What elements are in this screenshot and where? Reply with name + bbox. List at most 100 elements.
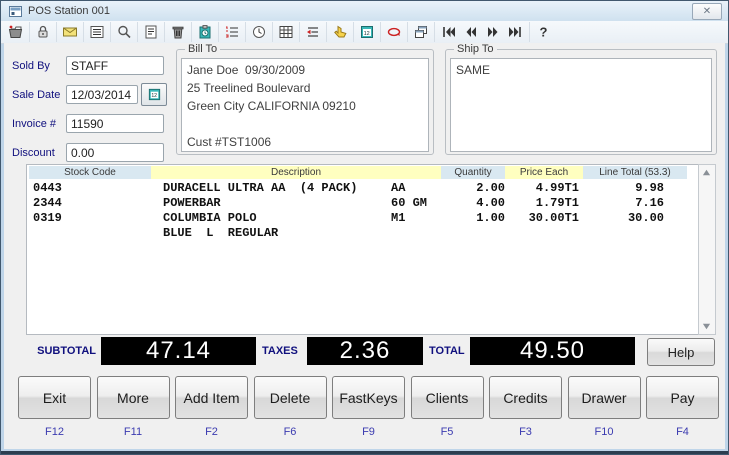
action-add-item: Add ItemF2 [175, 376, 248, 438]
grid-icon [278, 24, 294, 40]
drawer-button[interactable]: Drawer [568, 376, 641, 419]
calendar-button[interactable]: 12 [354, 22, 381, 42]
nav-last-icon [507, 24, 523, 40]
invoice-row[interactable]: 0319COLUMBIA POLOM11.0030.00T130.00 [28, 211, 681, 226]
hand-pointer-button[interactable] [327, 22, 354, 42]
nav-button-group [435, 22, 530, 42]
scroll-up-button[interactable] [699, 165, 713, 180]
lock-button[interactable] [30, 22, 57, 42]
bill-to-label: Bill To [185, 43, 220, 55]
invoice-row[interactable]: 0443DURACELL ULTRA AA (4 PACK)AA2.004.99… [28, 181, 681, 196]
action-fastkeys: FastKeysF9 [332, 376, 405, 438]
action-exit: Exit F12 [18, 376, 91, 438]
bill-to-box: Jane Doe 09/30/200925 Treelined Boulevar… [181, 58, 429, 152]
taxes-display: 2.36 [307, 337, 423, 365]
column-header-line-total-53-3-: Line Total (53.3) [583, 166, 687, 179]
more-button[interactable]: More [97, 376, 170, 419]
nav-prev-icon [463, 24, 479, 40]
toolbar-help-button[interactable]: ? [530, 22, 556, 42]
fastkeys-button[interactable]: FastKeys [332, 376, 405, 419]
open-folder-button[interactable] [3, 22, 30, 42]
nav-last-button[interactable] [504, 22, 526, 42]
exit-button[interactable]: Exit [18, 376, 91, 419]
close-icon: ✕ [703, 6, 711, 17]
cell-total: 9.98 [579, 181, 664, 196]
cell-unit: AA [391, 181, 438, 196]
clock-button[interactable] [246, 22, 273, 42]
action-button-bar: ExitF12MoreF11Add ItemF2DeleteF6FastKeys… [18, 376, 719, 438]
close-button[interactable]: ✕ [692, 3, 722, 20]
field-label: Sold By [12, 60, 66, 72]
loop-icon [386, 24, 402, 40]
add-item-button[interactable]: Add Item [175, 376, 248, 419]
nav-prev-button[interactable] [460, 22, 482, 42]
cell-price: 1.79T1 [505, 196, 579, 211]
sold-by-input[interactable] [66, 56, 164, 75]
numbered-list-button[interactable] [219, 22, 246, 42]
mail-button[interactable] [57, 22, 84, 42]
action-clients: ClientsF5 [411, 376, 484, 438]
invoice-row[interactable]: BLUE L REGULAR [28, 226, 681, 241]
list-button[interactable] [84, 22, 111, 42]
trash-button[interactable] [165, 22, 192, 42]
subtotal-display: 47.14 [101, 337, 256, 365]
sale-date-input[interactable] [66, 85, 138, 104]
pay-button[interactable]: Pay [646, 376, 719, 419]
fkey-label: F4 [646, 426, 719, 438]
cell-description: DURACELL ULTRA AA (4 PACK) [163, 181, 391, 196]
calendar-icon: 12 [147, 87, 162, 102]
field-label: Discount [12, 147, 66, 159]
document-button[interactable] [138, 22, 165, 42]
bill-to-line: 25 Treelined Boulevard [187, 79, 423, 97]
help-button[interactable]: Help [647, 338, 715, 366]
clients-button[interactable]: Clients [411, 376, 484, 419]
clock-icon [251, 24, 267, 40]
nav-next-button[interactable] [482, 22, 504, 42]
search-icon [116, 24, 132, 40]
scroll-down-button[interactable] [699, 319, 713, 334]
cell-code: 0443 [28, 181, 163, 196]
field-row-sold-by: Sold By [12, 55, 174, 76]
cell-unit: M1 [391, 211, 438, 226]
window-title: POS Station 001 [28, 5, 110, 17]
invoice-row[interactable]: 2344POWERBAR60 GM4.001.79T17.16 [28, 196, 681, 211]
table-scrollbar[interactable] [698, 164, 716, 335]
svg-text:?: ? [540, 25, 548, 40]
field-row-sale-date: Sale Date12 [12, 84, 174, 105]
search-button[interactable] [111, 22, 138, 42]
toolbar: 12? [1, 21, 728, 44]
flow-icon [305, 24, 321, 40]
nav-first-button[interactable] [438, 22, 460, 42]
cell-total: 30.00 [579, 211, 664, 226]
bill-to-line [187, 115, 423, 133]
field-row-discount: Discount [12, 142, 174, 163]
flow-button[interactable] [300, 22, 327, 42]
invoice-table-body: Stock CodeDescriptionQuantityPrice EachL… [26, 164, 702, 335]
cell-price: 30.00T1 [505, 211, 579, 226]
grid-button[interactable] [273, 22, 300, 42]
calendar-icon: 12 [359, 24, 375, 40]
nav-next-icon [485, 24, 501, 40]
ship-to-group: Ship To SAME [445, 49, 717, 155]
clipboard-clock-button[interactable] [192, 22, 219, 42]
lock-icon [35, 24, 51, 40]
subtotal-label: SUBTOTAL [32, 345, 96, 357]
invoice--input[interactable] [66, 114, 164, 133]
delete-button[interactable]: Delete [254, 376, 327, 419]
cell-qty: 1.00 [438, 211, 505, 226]
date-picker-button[interactable]: 12 [141, 83, 167, 106]
loop-button[interactable] [381, 22, 408, 42]
cascade-windows-button[interactable] [408, 22, 435, 42]
bill-to-line: Cust #TST1006 [187, 133, 423, 151]
action-drawer: DrawerF10 [568, 376, 641, 438]
list-icon [89, 24, 105, 40]
discount-input[interactable] [66, 143, 164, 162]
trash-icon [170, 24, 186, 40]
fkey-label: F12 [18, 426, 91, 438]
app-icon [9, 6, 22, 17]
cell-total: 7.16 [579, 196, 664, 211]
credits-button[interactable]: Credits [489, 376, 562, 419]
action-credits: CreditsF3 [489, 376, 562, 438]
ship-to-box: SAME [450, 58, 712, 152]
field-label: Invoice # [12, 118, 66, 130]
